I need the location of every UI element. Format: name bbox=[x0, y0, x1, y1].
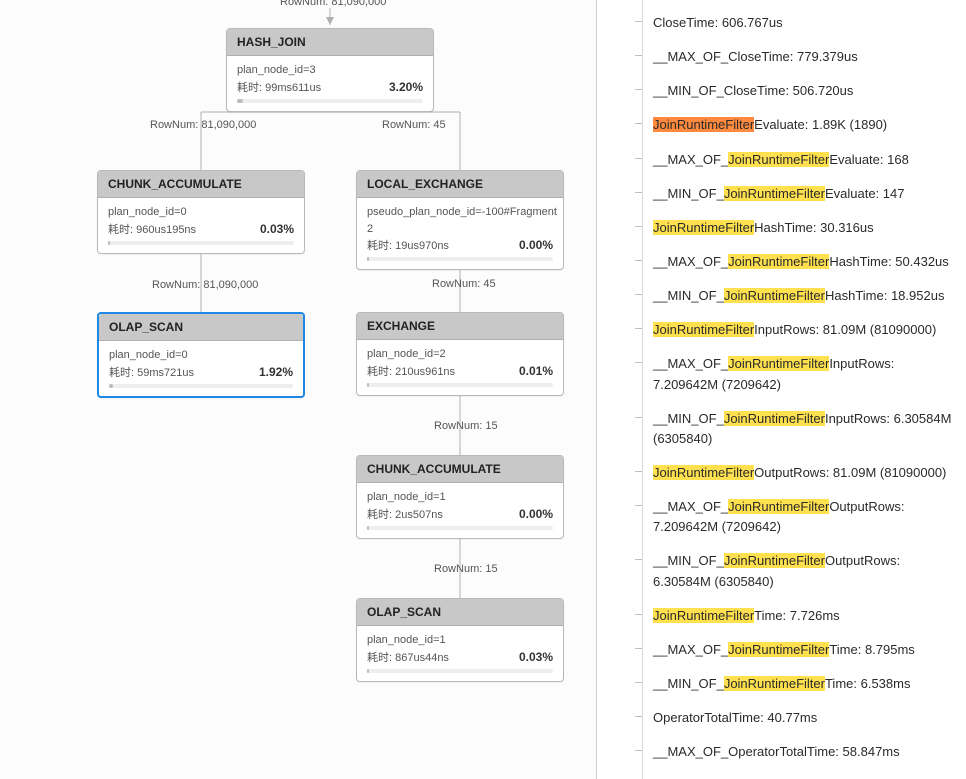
node-title: CHUNK_ACCUMULATE bbox=[357, 456, 563, 483]
highlight-token: JoinRuntimeFilter bbox=[724, 186, 825, 201]
node-time: 耗时: 960us195ns bbox=[108, 221, 196, 237]
metrics-pane[interactable]: CloseTime: 606.767us__MAX_OF_CloseTime: … bbox=[597, 0, 966, 779]
highlight-token: JoinRuntimeFilter bbox=[653, 322, 754, 337]
metric-item[interactable]: __MIN_OF_JoinRuntimeFilterTime: 6.538ms bbox=[625, 667, 966, 701]
metric-item[interactable]: CloseTime: 606.767us bbox=[625, 6, 966, 40]
node-pct: 0.00% bbox=[519, 507, 553, 521]
node-exchange[interactable]: EXCHANGE plan_node_id=2 耗时: 210us961ns 0… bbox=[356, 312, 564, 396]
metric-item[interactable]: __MIN_OF_CloseTime: 506.720us bbox=[625, 74, 966, 108]
metric-item[interactable]: __MIN_OF_JoinRuntimeFilterHashTime: 18.9… bbox=[625, 279, 966, 313]
highlight-token: JoinRuntimeFilter bbox=[724, 288, 825, 303]
node-time: 耗时: 59ms721us bbox=[109, 364, 194, 380]
node-time: 耗时: 2us507ns bbox=[367, 506, 443, 522]
metric-item[interactable]: __MAX_OF_JoinRuntimeFilterEvaluate: 168 bbox=[625, 143, 966, 177]
highlight-token: JoinRuntimeFilter bbox=[724, 553, 825, 568]
metric-item[interactable]: JoinRuntimeFilterOutputRows: 81.09M (810… bbox=[625, 456, 966, 490]
node-sub: pseudo_plan_node_id=-100#Fragment 2 bbox=[367, 204, 553, 237]
node-time: 耗时: 19us970ns bbox=[367, 237, 449, 253]
metric-item[interactable]: __MIN_OF_JoinRuntimeFilterInputRows: 6.3… bbox=[625, 402, 966, 456]
progress-fill bbox=[367, 526, 369, 530]
progress-fill bbox=[109, 384, 113, 388]
metric-item[interactable]: __MIN_OF_OperatorTotalTime: 28.792ms bbox=[625, 769, 966, 779]
edge-label-exchange: RowNum: 15 bbox=[434, 420, 498, 432]
metric-item[interactable]: JoinRuntimeFilterTime: 7.726ms bbox=[625, 599, 966, 633]
metric-item[interactable]: __MIN_OF_JoinRuntimeFilterEvaluate: 147 bbox=[625, 177, 966, 211]
metric-item[interactable]: __MAX_OF_JoinRuntimeFilterHashTime: 50.4… bbox=[625, 245, 966, 279]
metric-item[interactable]: JoinRuntimeFilterHashTime: 30.316us bbox=[625, 211, 966, 245]
node-sub: plan_node_id=3 bbox=[237, 62, 423, 79]
plan-diagram-pane[interactable]: RowNum: 81,090,000 HASH_JOIN plan_node_i… bbox=[0, 0, 597, 779]
node-sub: plan_node_id=2 bbox=[367, 346, 553, 363]
metrics-list: CloseTime: 606.767us__MAX_OF_CloseTime: … bbox=[625, 6, 966, 779]
node-time: 耗时: 867us44ns bbox=[367, 649, 449, 665]
highlight-token: JoinRuntimeFilter bbox=[728, 356, 829, 371]
metric-item[interactable]: JoinRuntimeFilterEvaluate: 1.89K (1890) bbox=[625, 108, 966, 142]
highlight-token: JoinRuntimeFilter bbox=[728, 499, 829, 514]
node-title: OLAP_SCAN bbox=[99, 314, 303, 341]
metric-item[interactable]: __MAX_OF_OperatorTotalTime: 58.847ms bbox=[625, 735, 966, 769]
progress-fill bbox=[367, 669, 369, 673]
metric-item[interactable]: __MAX_OF_JoinRuntimeFilterOutputRows: 7.… bbox=[625, 490, 966, 544]
node-time: 耗时: 210us961ns bbox=[367, 363, 455, 379]
node-pct: 1.92% bbox=[259, 365, 293, 379]
progress-fill bbox=[108, 241, 110, 245]
edge-label-hj-left: RowNum: 81,090,000 bbox=[150, 119, 256, 131]
node-local-exchange[interactable]: LOCAL_EXCHANGE pseudo_plan_node_id=-100#… bbox=[356, 170, 564, 270]
node-pct: 0.03% bbox=[260, 222, 294, 236]
progress-fill bbox=[367, 257, 369, 261]
metric-item[interactable]: __MAX_OF_JoinRuntimeFilterInputRows: 7.2… bbox=[625, 347, 966, 401]
progress-fill bbox=[367, 383, 369, 387]
metric-item[interactable]: OperatorTotalTime: 40.77ms bbox=[625, 701, 966, 735]
highlight-token: JoinRuntimeFilter bbox=[653, 608, 754, 623]
node-olap-scan-right[interactable]: OLAP_SCAN plan_node_id=1 耗时: 867us44ns 0… bbox=[356, 598, 564, 682]
node-chunk-accumulate-left[interactable]: CHUNK_ACCUMULATE plan_node_id=0 耗时: 960u… bbox=[97, 170, 305, 254]
node-pct: 0.01% bbox=[519, 364, 553, 378]
node-time: 耗时: 99ms611us bbox=[237, 79, 321, 95]
metric-item[interactable]: JoinRuntimeFilterInputRows: 81.09M (8109… bbox=[625, 313, 966, 347]
edge-label-localex: RowNum: 45 bbox=[432, 278, 496, 290]
highlight-token: JoinRuntimeFilter bbox=[728, 152, 829, 167]
metric-item[interactable]: __MIN_OF_JoinRuntimeFilterOutputRows: 6.… bbox=[625, 544, 966, 598]
node-sub: plan_node_id=1 bbox=[367, 632, 553, 649]
node-pct: 0.00% bbox=[519, 238, 553, 252]
node-title: HASH_JOIN bbox=[227, 29, 433, 56]
progress-fill bbox=[237, 99, 243, 103]
edge-label-hj-right: RowNum: 45 bbox=[382, 119, 446, 131]
highlight-token: JoinRuntimeFilter bbox=[653, 465, 754, 480]
node-title: EXCHANGE bbox=[357, 313, 563, 340]
metric-item[interactable]: __MAX_OF_JoinRuntimeFilterTime: 8.795ms bbox=[625, 633, 966, 667]
node-chunk-accumulate-right[interactable]: CHUNK_ACCUMULATE plan_node_id=1 耗时: 2us5… bbox=[356, 455, 564, 539]
highlight-token: JoinRuntimeFilter bbox=[724, 411, 825, 426]
node-sub: plan_node_id=0 bbox=[108, 204, 294, 221]
highlight-token: JoinRuntimeFilter bbox=[724, 676, 825, 691]
node-hash-join[interactable]: HASH_JOIN plan_node_id=3 耗时: 99ms611us 3… bbox=[226, 28, 434, 112]
highlight-token: JoinRuntimeFilter bbox=[728, 254, 829, 269]
vertical-rule bbox=[642, 0, 643, 779]
node-pct: 0.03% bbox=[519, 650, 553, 664]
node-sub: plan_node_id=0 bbox=[109, 347, 293, 364]
node-pct: 3.20% bbox=[389, 80, 423, 94]
edge-label-chunk-right: RowNum: 15 bbox=[434, 563, 498, 575]
node-olap-scan-left[interactable]: OLAP_SCAN plan_node_id=0 耗时: 59ms721us 1… bbox=[97, 312, 305, 398]
node-title: OLAP_SCAN bbox=[357, 599, 563, 626]
node-sub: plan_node_id=1 bbox=[367, 489, 553, 506]
highlight-token: JoinRuntimeFilter bbox=[653, 117, 754, 132]
edge-label-chunk-left: RowNum: 81,090,000 bbox=[152, 279, 258, 291]
edge-label-top: RowNum: 81,090,000 bbox=[280, 0, 386, 8]
node-title: LOCAL_EXCHANGE bbox=[357, 171, 563, 198]
highlight-token: JoinRuntimeFilter bbox=[653, 220, 754, 235]
node-title: CHUNK_ACCUMULATE bbox=[98, 171, 304, 198]
metric-item[interactable]: __MAX_OF_CloseTime: 779.379us bbox=[625, 40, 966, 74]
highlight-token: JoinRuntimeFilter bbox=[728, 642, 829, 657]
